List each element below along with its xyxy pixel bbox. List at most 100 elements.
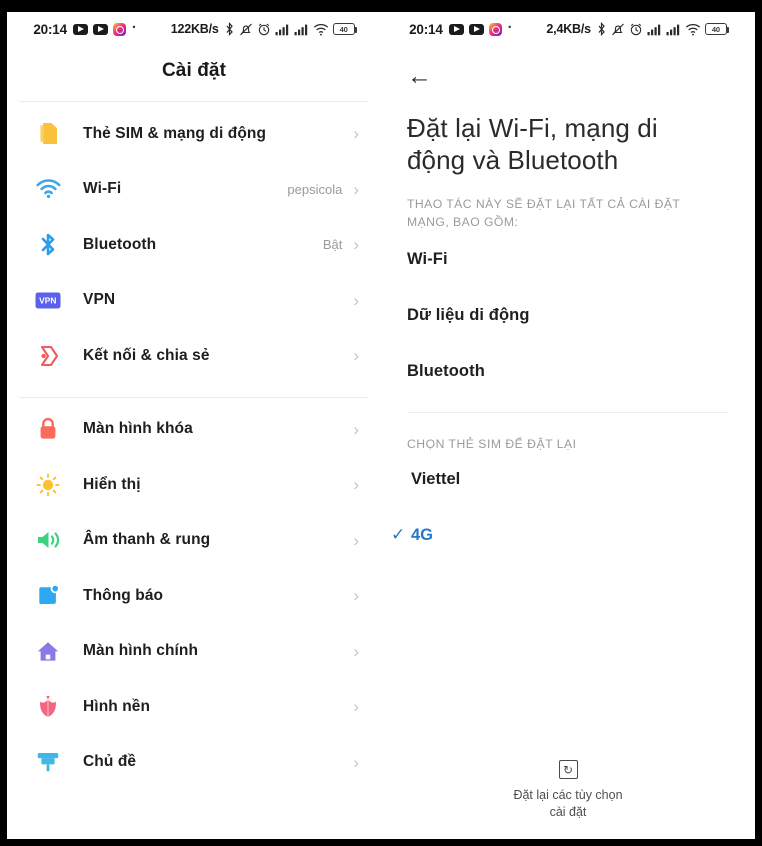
battery-level: 40 [339,24,348,34]
network-speed-label: 122KB/s [170,22,219,36]
signal-icon [294,24,307,35]
check-icon: ✓ [391,525,406,545]
sim-option-label: 4G [411,525,434,544]
reset-description: THAO TÁC NÀY SẼ ĐẶT LẠI TẤT CẢ CÀI ĐẶT M… [407,197,681,229]
sidebar-item-homescreen[interactable]: Màn hình chính › [7,624,381,680]
sim-option-label: Viettel [411,469,461,488]
status-separator: · [507,18,513,36]
status-app-icons [448,22,502,36]
status-bar-left: 20:14 · 122KB/s 40 [7,12,381,46]
bluetooth-icon [598,21,605,36]
bluetooth-icon [226,21,233,36]
list-item: Wi-Fi [407,249,448,268]
silent-mode-icon [611,23,624,35]
signal-icon [666,24,680,35]
sidebar-item-value: pepsicola [287,181,343,197]
status-app-icons [72,22,126,36]
list-item: Dữ liệu di động [407,305,530,324]
silent-mode-icon [239,23,252,35]
sidebar-item-label: Hình nền [83,697,151,715]
back-arrow-icon[interactable]: ← [407,64,432,89]
reset-items-list: Wi-Fi Dữ liệu di động Bluetooth [381,231,755,399]
sidebar-item-wallpaper[interactable]: Hình nền › [7,679,381,735]
signal-icon [275,24,288,35]
sidebar-item-label: Thông báo [83,586,164,604]
battery-icon: 40 [332,23,358,35]
share-icon [33,344,63,368]
sidebar-item-notifications[interactable]: Thông báo › [7,568,381,624]
status-right-icons: 2,4KB/s 40 [546,21,730,37]
youtube-icon [92,23,108,35]
reset-button-label-line1: Đặt lại các tùy chọn [513,788,623,803]
sidebar-item-sim[interactable]: Thẻ SIM & mạng di động › [7,106,381,162]
svg-text:VPN: VPN [39,295,56,305]
phone-screenshot-pair: 20:14 · 122KB/s 40 Cài đặt Thẻ SIM & mạn… [7,12,755,839]
youtube-icon [72,23,88,35]
battery-level: 40 [711,24,720,34]
sidebar-item-connection-sharing[interactable]: Kết nối & chia sẻ › [7,328,381,384]
sidebar-item-label: Kết nối & chia sẻ [83,346,210,364]
instagram-icon [112,22,126,36]
settings-group-device: Màn hình khóa › Hiển thị › Âm thanh & ru… [7,398,381,791]
chevron-right-icon: › [353,697,359,717]
status-time: 20:14 [409,21,443,37]
reset-network-screen: 20:14 · 2,4KB/s 40 ← Đặt lại Wi-Fi, mạng… [381,12,755,839]
notification-icon [33,584,63,607]
sidebar-item-label: Thẻ SIM & mạng di động [83,124,267,142]
sidebar-item-sound[interactable]: Âm thanh & rung › [7,513,381,569]
network-speed-label: 2,4KB/s [546,22,591,36]
home-icon [33,640,63,663]
vpn-icon: VPN [33,291,63,310]
chevron-right-icon: › [353,124,359,144]
status-separator: · [131,18,137,36]
chevron-right-icon: › [353,530,359,550]
theme-icon [33,750,63,774]
alarm-icon [630,23,642,35]
instagram-icon [488,22,502,36]
youtube-icon [448,23,464,35]
sidebar-item-label: Âm thanh & rung [83,531,211,549]
sidebar-item-theme[interactable]: Chủ đề › [7,735,381,791]
sidebar-item-display[interactable]: Hiển thị › [7,457,381,513]
wifi-icon [313,23,328,35]
speaker-icon [33,529,63,551]
reset-button-label-line2: cài đặt [549,805,587,820]
sidebar-item-label: VPN [83,291,116,309]
signal-icon [647,24,661,35]
back-button[interactable]: ← [381,46,755,89]
sim-option-viettel[interactable]: Viettel [381,451,755,507]
chevron-right-icon: › [353,346,359,366]
sidebar-item-label: Hiển thị [83,475,141,493]
lock-icon [33,417,63,441]
settings-screen: 20:14 · 122KB/s 40 Cài đặt Thẻ SIM & mạn… [7,12,381,839]
sidebar-item-value: Bật [322,237,343,253]
page-title: Đặt lại Wi-Fi, mạng di động và Bluetooth [407,113,658,175]
chevron-right-icon: › [353,752,359,772]
status-right-icons: 122KB/s 40 [170,21,358,37]
chevron-right-icon: › [353,586,359,606]
sidebar-item-lockscreen[interactable]: Màn hình khóa › [7,402,381,458]
wifi-icon [33,179,63,199]
chevron-right-icon: › [353,235,359,255]
reset-icon: ↻ [558,760,578,780]
wallpaper-icon [33,694,63,719]
alarm-icon [258,23,269,35]
reset-settings-button[interactable]: ↻ Đặt lại các tùy chọn cài đặt [381,760,755,821]
status-time: 20:14 [33,21,67,37]
bluetooth-icon [33,232,63,257]
page-title: Cài đặt [161,60,227,81]
sidebar-item-vpn[interactable]: VPN VPN › [7,273,381,329]
sidebar-item-wifi[interactable]: Wi-Fi pepsicola › [7,162,381,218]
sim-option-4g[interactable]: ✓ 4G [381,507,755,563]
sidebar-item-label: Màn hình khóa [83,420,193,438]
settings-group-network: Thẻ SIM & mạng di động › Wi-Fi pepsicola… [7,102,381,384]
wifi-icon [685,23,701,35]
battery-icon: 40 [704,23,730,35]
sim-options-list: Viettel ✓ 4G [381,451,755,563]
youtube-icon [468,23,484,35]
sidebar-item-label: Màn hình chính [83,642,199,660]
sim-section-caption: CHỌN THẺ SIM ĐỂ ĐẶT LẠI [407,437,577,452]
sidebar-item-bluetooth[interactable]: Bluetooth Bật › [7,217,381,273]
sidebar-item-label: Bluetooth [83,235,157,253]
sim-card-icon [33,122,63,145]
